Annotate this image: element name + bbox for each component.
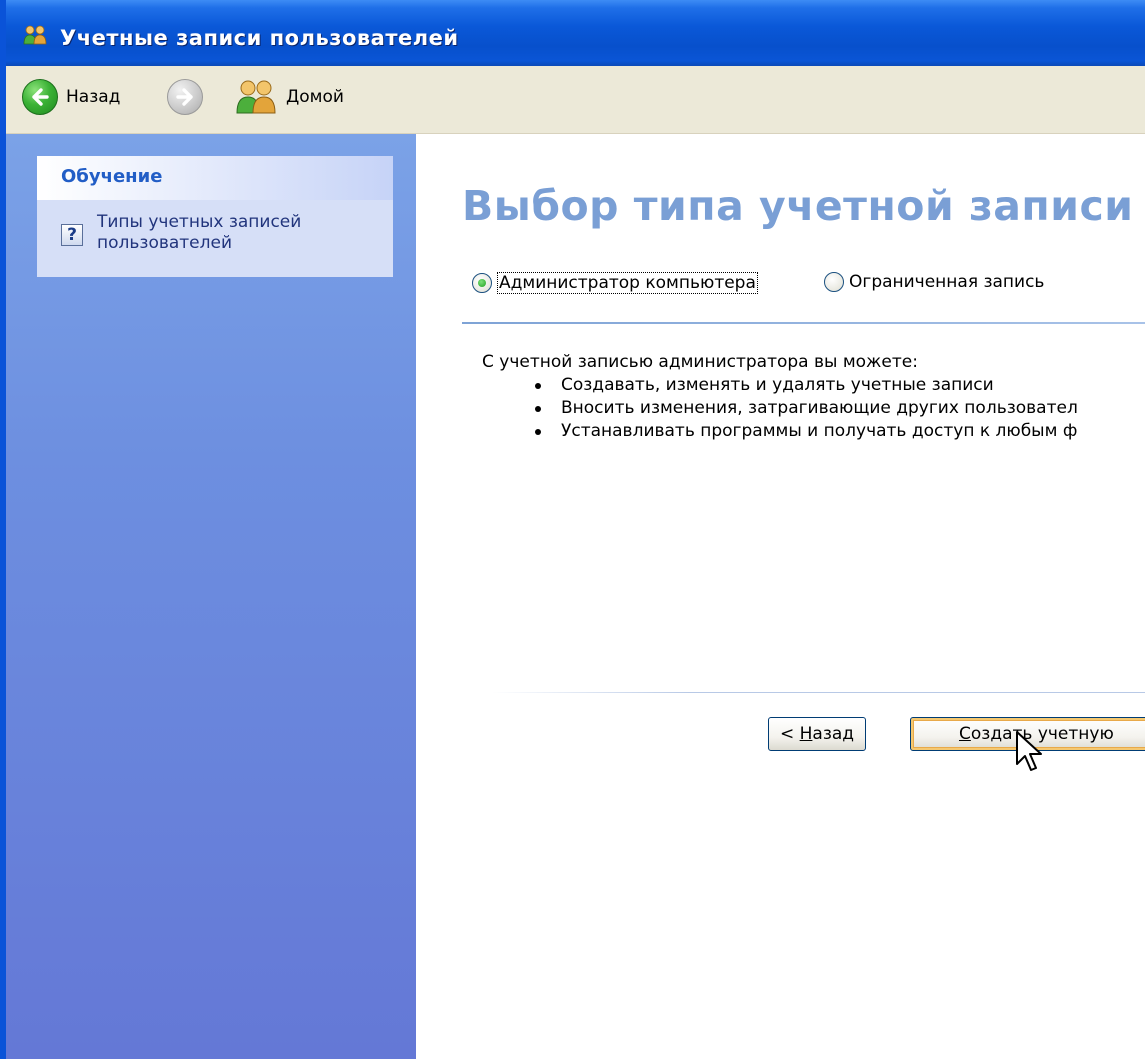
help-icon: ? (61, 224, 83, 246)
back-step-prefix: < (779, 724, 800, 744)
back-arrow-icon (22, 79, 58, 115)
home-users-icon (236, 80, 276, 114)
back-button[interactable]: Назад (22, 77, 120, 117)
toolbar: Назад Домой (6, 66, 1145, 134)
user-accounts-window: Учетные записи пользователей Назад Домой… (0, 0, 1145, 1059)
account-types-link[interactable]: ? Типы учетных записей пользователей (61, 212, 381, 272)
radio-limited-label: Ограниченная запись (849, 272, 1045, 292)
back-step-button[interactable]: < Назад (768, 717, 866, 751)
radio-limited[interactable]: Ограниченная запись (824, 272, 1044, 292)
list-item-text: Устанавливать программы и получать досту… (561, 421, 1078, 441)
radio-selected-dot (478, 279, 486, 287)
list-item: Создавать, изменять и удалять учетные за… (532, 374, 1078, 397)
panel-header[interactable]: Обучение (37, 156, 393, 200)
list-item: Устанавливать программы и получать досту… (532, 420, 1078, 443)
list-item: Вносить изменения, затрагивающие других … (532, 397, 1078, 420)
back-step-label: азад (812, 724, 855, 744)
home-button-label: Домой (286, 87, 344, 107)
radio-limited-control[interactable] (824, 272, 844, 292)
bullet-icon (535, 429, 541, 435)
list-item-text: Вносить изменения, затрагивающие других … (561, 398, 1078, 418)
bullet-icon (535, 406, 541, 412)
users-icon (23, 25, 47, 45)
create-account-accel: С (959, 724, 971, 744)
home-button[interactable]: Домой (234, 77, 344, 117)
title-bar[interactable]: Учетные записи пользователей (6, 0, 1145, 66)
capabilities-list: Создавать, изменять и удалять учетные за… (532, 374, 1078, 443)
radio-administrator-control[interactable] (472, 273, 492, 293)
main-content: Выбор типа учетной записи Администратор … (416, 134, 1145, 1059)
bullet-icon (535, 383, 541, 389)
account-types-link-label: Типы учетных записей пользователей (97, 212, 302, 253)
radio-administrator[interactable]: Администратор компьютера (472, 272, 758, 294)
page-title: Выбор типа учетной записи (462, 182, 1134, 230)
window-title: Учетные записи пользователей (60, 26, 459, 50)
sidebar: Обучение ? Типы учетных записей пользова… (6, 134, 416, 1059)
back-button-label: Назад (66, 87, 121, 107)
bottom-separator (492, 692, 1145, 693)
forward-arrow-icon (167, 79, 203, 115)
back-step-accel: Н (799, 724, 813, 744)
separator (462, 322, 1145, 324)
forward-button[interactable] (167, 77, 203, 117)
panel-title: Обучение (61, 166, 163, 187)
list-item-text: Создавать, изменять и удалять учетные за… (561, 375, 994, 395)
mouse-cursor-icon (1016, 731, 1042, 771)
radio-administrator-label: Администратор компьютера (497, 272, 758, 294)
learn-about-panel: Обучение ? Типы учетных записей пользова… (37, 156, 393, 277)
description: С учетной записью администратора вы може… (482, 352, 918, 372)
